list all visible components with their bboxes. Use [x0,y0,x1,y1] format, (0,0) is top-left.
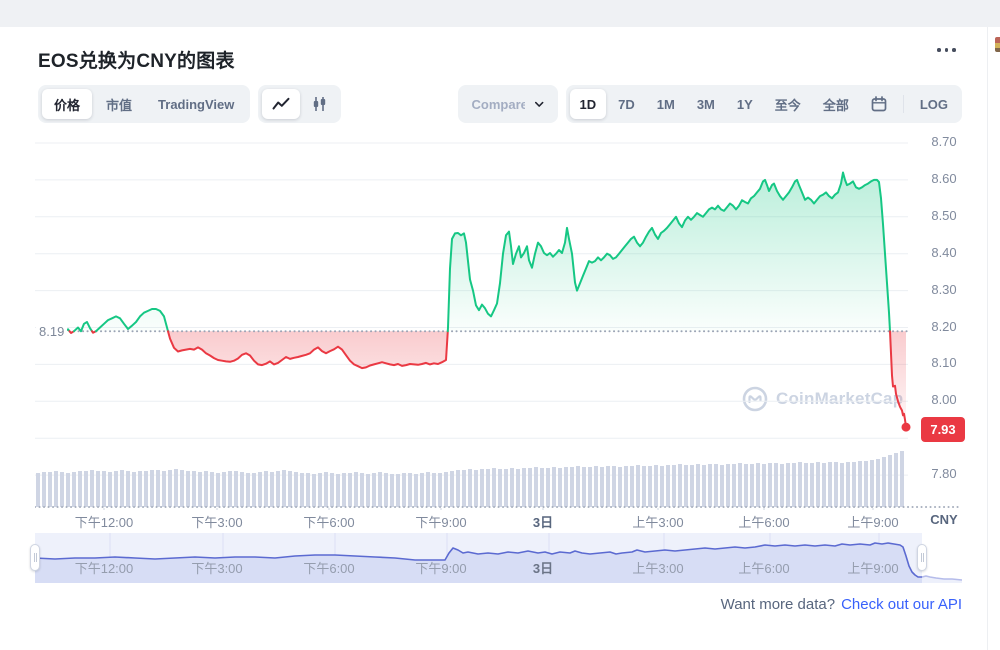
edge-fragment [995,37,1000,52]
navigator-tick-label: 下午12:00 [75,558,134,577]
x-tick-label: 下午12:00 [75,512,134,531]
toolbar-left: 价格 市值 TradingView [38,85,341,123]
range-label: 全部 [823,95,849,114]
currency-unit-label: CNY [922,512,966,527]
footer-prompt: Want more data? [721,596,836,613]
log-label: LOG [920,97,948,112]
y-tick-label: 8.30 [916,282,972,297]
chevron-down-icon [535,101,543,108]
navigator-tick-label: 上午9:00 [847,558,898,577]
range-label: 1Y [737,97,753,112]
y-tick-label: 8.60 [916,171,972,186]
page-title: EOS兑换为CNY的图表 [38,46,235,73]
range-7d[interactable]: 7D [608,89,645,119]
api-link[interactable]: Check out our API [841,596,962,613]
range-label: 1M [657,97,675,112]
calendar-icon [871,96,887,112]
range-label: 7D [618,97,635,112]
range-1y[interactable]: 1Y [727,89,763,119]
x-tick-label: 上午6:00 [738,512,789,531]
view-tabs: 价格 市值 TradingView [38,85,250,123]
y-tick-label: 8.40 [916,245,972,260]
price-chart[interactable] [35,138,962,510]
y-tick-label: 8.10 [916,355,972,370]
last-price-badge: 7.93 [921,417,965,442]
x-tick-label: 上午3:00 [632,512,683,531]
candlestick-chart-button[interactable] [302,89,337,119]
navigator-tick-label: 下午3:00 [191,558,242,577]
tab-marketcap[interactable]: 市值 [94,89,144,119]
tab-label: TradingView [158,97,234,112]
navigator-tick-label: 上午3:00 [632,558,683,577]
chart-type-tabs [258,85,341,123]
more-menu-button[interactable] [937,48,956,52]
reference-price-label: 8.19 [36,324,67,339]
range-label: 1D [580,97,597,112]
divider [903,95,904,113]
tab-label: 市值 [106,95,132,114]
compare-dropdown[interactable]: Compare w [458,85,558,123]
line-chart-icon [272,97,290,111]
y-tick-label: 8.00 [916,392,972,407]
chart-navigator[interactable] [35,533,962,583]
x-tick-label: 3日 [533,512,553,531]
navigator-left-handle[interactable] [30,544,40,571]
y-tick-label: 8.20 [916,319,972,334]
range-1d[interactable]: 1D [570,89,607,119]
range-ytd[interactable]: 至今 [765,89,811,119]
range-all[interactable]: 全部 [813,89,859,119]
range-label: 3M [697,97,715,112]
navigator-tick-label: 下午9:00 [415,558,466,577]
y-tick-label: 8.50 [916,208,972,223]
tab-tradingview[interactable]: TradingView [146,89,246,119]
navigator-tick-label: 上午6:00 [738,558,789,577]
range-label: 至今 [775,95,801,114]
range-selector: 1D 7D 1M 3M 1Y 至今 全部 LOG [566,85,962,123]
range-1m[interactable]: 1M [647,89,685,119]
y-tick-label: 8.70 [916,134,972,149]
x-tick-label: 下午6:00 [303,512,354,531]
range-3m[interactable]: 3M [687,89,725,119]
log-scale-button[interactable]: LOG [910,89,958,119]
tab-price[interactable]: 价格 [42,89,92,119]
navigator-tick-label: 3日 [533,558,553,577]
toolbar-right: Compare w 1D 7D 1M 3M 1Y 至今 全部 LOG [458,85,962,123]
compare-label: Compare w [472,97,526,112]
tab-label: 价格 [54,95,80,114]
page-top-strip [0,0,1000,27]
navigator-tick-label: 下午6:00 [303,558,354,577]
x-tick-label: 下午9:00 [415,512,466,531]
x-tick-label: 下午3:00 [191,512,242,531]
x-tick-label: 上午9:00 [847,512,898,531]
navigator-right-handle[interactable] [917,544,927,571]
screen: EOS兑换为CNY的图表 价格 市值 TradingView Compare w 1… [0,0,1000,650]
line-chart-button[interactable] [262,89,300,119]
right-panel-border [987,27,988,650]
footer: Want more data? Check out our API [721,596,962,613]
candlestick-chart-icon [312,96,327,112]
y-tick-label: 7.80 [916,466,972,481]
calendar-button[interactable] [861,89,897,119]
